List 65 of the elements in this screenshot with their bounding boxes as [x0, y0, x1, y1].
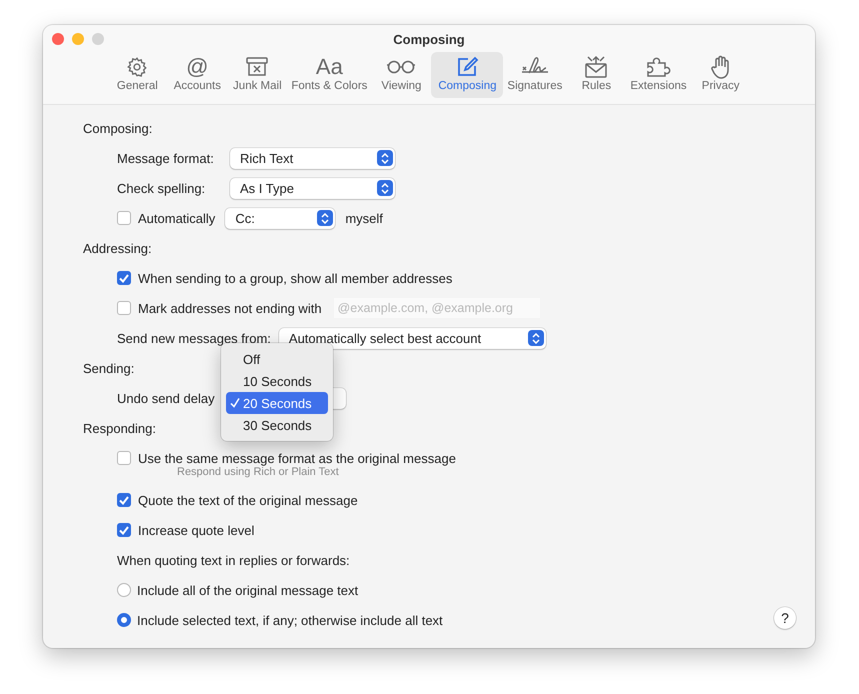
puzzle-icon: [644, 56, 673, 78]
envelope-arrows-icon: [583, 55, 610, 79]
section-heading: Composing:: [83, 120, 152, 136]
toolbar-tab[interactable]: General: [107, 52, 168, 98]
checkbox-label: Mark addresses not ending with: [138, 300, 322, 316]
checkbox[interactable]: [117, 271, 131, 285]
toolbar-tab[interactable]: Viewing: [371, 52, 432, 98]
menu-item[interactable]: 10 Seconds: [226, 370, 328, 392]
field-label: Undo send delay: [117, 390, 216, 406]
checkbox[interactable]: [117, 301, 131, 315]
toolbar-tab[interactable]: Composing: [431, 52, 504, 98]
checkbox[interactable]: [117, 493, 131, 507]
section-heading: Responding:: [83, 420, 156, 436]
menu-item[interactable]: Off: [226, 348, 328, 370]
option-label: When quoting text in replies or forwards:: [117, 552, 350, 568]
letters-icon: Aa: [316, 55, 343, 79]
checkbox-label: Use the same message format as the original message: [138, 450, 456, 466]
check-icon: [230, 398, 240, 408]
section-heading: Addressing:: [83, 240, 152, 256]
menu-item[interactable]: 30 Seconds: [226, 414, 328, 436]
close-button[interactable]: [52, 33, 64, 45]
popup-button[interactable]: Automatically select best account: [278, 328, 546, 348]
glasses-icon: [386, 60, 416, 74]
stepper-icon: [317, 210, 334, 226]
field-label: Check spelling:: [117, 180, 206, 196]
hint-text: Respond using Rich or Plain Text: [177, 466, 339, 478]
radio-button[interactable]: [117, 583, 131, 597]
checkbox-label: Quote the text of the original message: [138, 492, 358, 508]
gear-icon: [126, 56, 148, 78]
toolbar-tab[interactable]: Junk Mail: [227, 52, 288, 98]
checkbox-label: When sending to a group, show all member addresses: [138, 270, 452, 286]
checkbox[interactable]: [117, 211, 131, 225]
toolbar-tab[interactable]: Signatures: [503, 52, 566, 98]
popup-button[interactable]: Cc:: [225, 208, 336, 228]
radio-button[interactable]: [117, 613, 131, 627]
field-label: Send new messages from:: [117, 330, 271, 346]
field-label: myself: [345, 210, 383, 226]
stepper-icon: [528, 330, 544, 346]
help-button[interactable]: ?: [774, 607, 796, 629]
hand-icon: [710, 55, 731, 79]
popup-button[interactable]: As I Type: [230, 178, 395, 198]
toolbar-tab[interactable]: Privacy: [690, 52, 751, 98]
field-label: Message format:: [117, 150, 215, 166]
minimize-button[interactable]: [72, 33, 84, 45]
compose-icon: [455, 55, 480, 79]
popup-button[interactable]: Rich Text: [230, 148, 395, 168]
toolbar-tab[interactable]: @ Accounts: [167, 52, 228, 98]
checkbox-label: Automatically: [138, 210, 216, 226]
trash-box-icon: [245, 56, 270, 78]
stepper-icon: [377, 180, 393, 196]
radio-label: Include all of the original message text: [137, 582, 358, 598]
zoom-button[interactable]: [92, 33, 104, 45]
toolbar-tab[interactable]: Aa Fonts & Colors: [287, 52, 372, 98]
stepper-icon: [377, 150, 393, 166]
checkbox[interactable]: [117, 451, 131, 465]
window-title: Composing: [393, 32, 465, 46]
radio-label: Include selected text, if any; otherwise include all text: [137, 612, 443, 628]
menu-item[interactable]: 20 Seconds: [226, 392, 328, 414]
section-heading: Sending:: [83, 360, 134, 376]
toolbar-tab[interactable]: Rules: [566, 52, 626, 98]
toolbar-tab[interactable]: Extensions: [626, 52, 691, 98]
checkbox-label: Increase quote level: [138, 522, 254, 538]
domain-field[interactable]: @example.com, @example.org: [334, 298, 540, 318]
checkbox[interactable]: [117, 523, 131, 537]
at-sign-icon: @: [186, 55, 209, 79]
